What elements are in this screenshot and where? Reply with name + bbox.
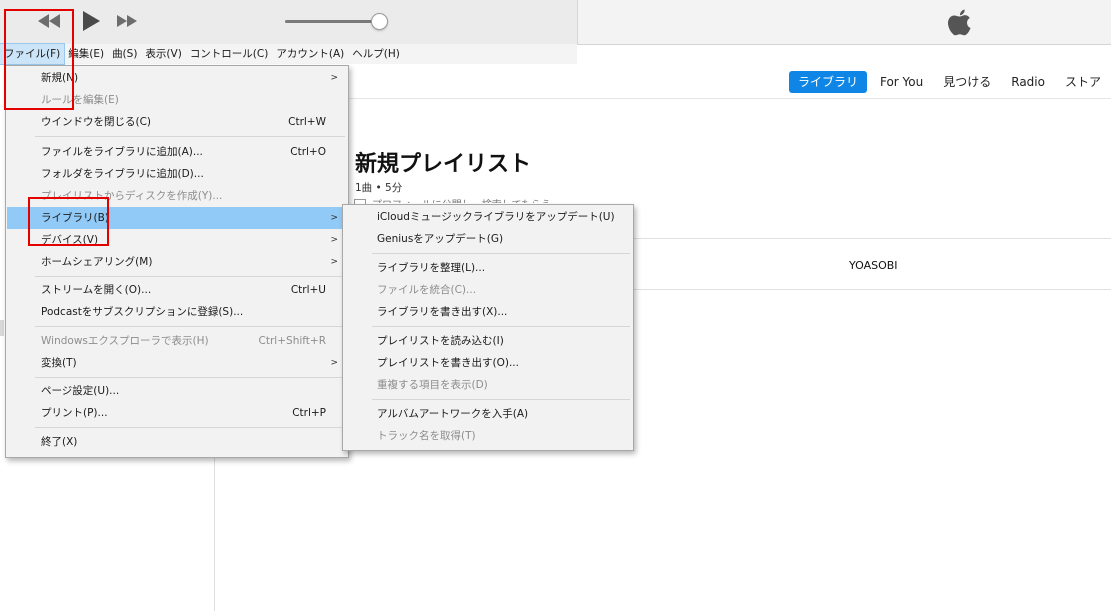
play-icon[interactable] <box>78 10 104 32</box>
submenu-arrow-icon: > <box>330 358 338 368</box>
menu-item-home-sharing[interactable]: ホームシェアリング(M) > <box>7 251 347 273</box>
menu-item-open-stream[interactable]: ストリームを開く(O)... Ctrl+U <box>7 279 347 301</box>
playlist-meta: 1曲 • 5分 <box>355 182 403 194</box>
now-playing-pane <box>577 0 1111 44</box>
menu-separator <box>372 326 630 327</box>
menu-separator <box>372 399 630 400</box>
menu-item-show-in-explorer[interactable]: Windowsエクスプローラで表示(H) Ctrl+Shift+R <box>7 330 347 352</box>
menu-item-export-library[interactable]: ライブラリを書き出す(X)... <box>344 301 632 323</box>
menu-item-get-track-names[interactable]: トラック名を取得(T) <box>344 425 632 447</box>
menu-item-import-playlist[interactable]: プレイリストを読み込む(I) <box>344 330 632 352</box>
menu-separator <box>35 377 345 378</box>
submenu-arrow-icon: > <box>330 73 338 83</box>
menu-item-close-window[interactable]: ウインドウを閉じる(C) Ctrl+W <box>7 111 347 133</box>
menu-help[interactable]: ヘルプ(H) <box>348 44 404 64</box>
menu-separator <box>35 136 345 137</box>
menu-view[interactable]: 表示(V) <box>141 44 185 64</box>
menu-item-export-playlist[interactable]: プレイリストを書き出す(O)... <box>344 352 632 374</box>
nav-tabs: ライブラリ For You 見つける Radio ストア <box>788 70 1111 94</box>
profile-checkbox-label: プロフィールに公開し、検索してもらう <box>372 196 551 203</box>
volume-slider-knob[interactable] <box>371 13 388 30</box>
annotation-highlight-box <box>4 9 74 110</box>
tab-radio[interactable]: Radio <box>1001 71 1055 93</box>
menu-item-exit[interactable]: 終了(X) <box>7 431 347 453</box>
menu-item-print[interactable]: プリント(P)... Ctrl+P <box>7 402 347 424</box>
tab-library[interactable]: ライブラリ <box>788 71 867 93</box>
header-divider <box>348 98 1111 99</box>
menu-item-organize-library[interactable]: ライブラリを整理(L)... <box>344 257 632 279</box>
menu-separator <box>35 276 345 277</box>
menu-controls[interactable]: コントロール(C) <box>186 44 273 64</box>
file-menu: 新規(N) > ルールを編集(E) ウインドウを閉じる(C) Ctrl+W ファイル… <box>5 65 349 458</box>
library-submenu: iCloudミュージックライブラリをアップデート(U) Geniusをアップデー… <box>342 204 634 451</box>
song-row-border <box>634 238 1111 239</box>
menu-item-update-genius[interactable]: Geniusをアップデート(G) <box>344 228 632 250</box>
menu-item-subscribe-podcast[interactable]: Podcastをサブスクリプションに登録(S)... <box>7 301 347 323</box>
menu-item-convert[interactable]: 変換(T) > <box>7 352 347 374</box>
volume-slider[interactable] <box>285 20 379 23</box>
menu-item-update-icloud-library[interactable]: iCloudミュージックライブラリをアップデート(U) <box>344 206 632 228</box>
submenu-arrow-icon: > <box>330 257 338 267</box>
menu-item-add-folder[interactable]: フォルダをライブラリに追加(D)... <box>7 163 347 185</box>
apple-logo-icon <box>945 8 973 38</box>
playlist-title: 新規プレイリスト <box>355 152 532 177</box>
menu-separator <box>35 326 345 327</box>
menu-account[interactable]: アカウント(A) <box>272 44 348 64</box>
fast-forward-icon[interactable] <box>114 10 140 32</box>
menu-item-consolidate-files[interactable]: ファイルを統合(C)... <box>344 279 632 301</box>
submenu-arrow-icon: > <box>330 235 338 245</box>
sidebar-divider <box>214 440 215 611</box>
song-artist[interactable]: YOASOBI <box>849 259 898 272</box>
tab-store[interactable]: ストア <box>1055 71 1111 93</box>
tab-browse[interactable]: 見つける <box>933 71 1001 93</box>
submenu-arrow-icon: > <box>330 213 338 223</box>
sidebar-selection-marker <box>0 320 4 336</box>
menu-item-show-duplicates[interactable]: 重複する項目を表示(D) <box>344 374 632 396</box>
menu-item-add-file[interactable]: ファイルをライブラリに追加(A)... Ctrl+O <box>7 141 347 163</box>
menu-bar: ファイル(F) 編集(E) 曲(S) 表示(V) コントロール(C) アカウント… <box>0 43 577 65</box>
menu-separator <box>372 253 630 254</box>
menu-separator <box>35 427 345 428</box>
player-bar <box>0 0 1111 45</box>
annotation-highlight-box <box>28 197 109 246</box>
song-row-border <box>634 289 1111 290</box>
menu-item-page-setup[interactable]: ページ設定(U)... <box>7 380 347 402</box>
tab-for-you[interactable]: For You <box>870 71 933 93</box>
menu-song[interactable]: 曲(S) <box>108 44 141 64</box>
menu-item-get-album-artwork[interactable]: アルバムアートワークを入手(A) <box>344 403 632 425</box>
